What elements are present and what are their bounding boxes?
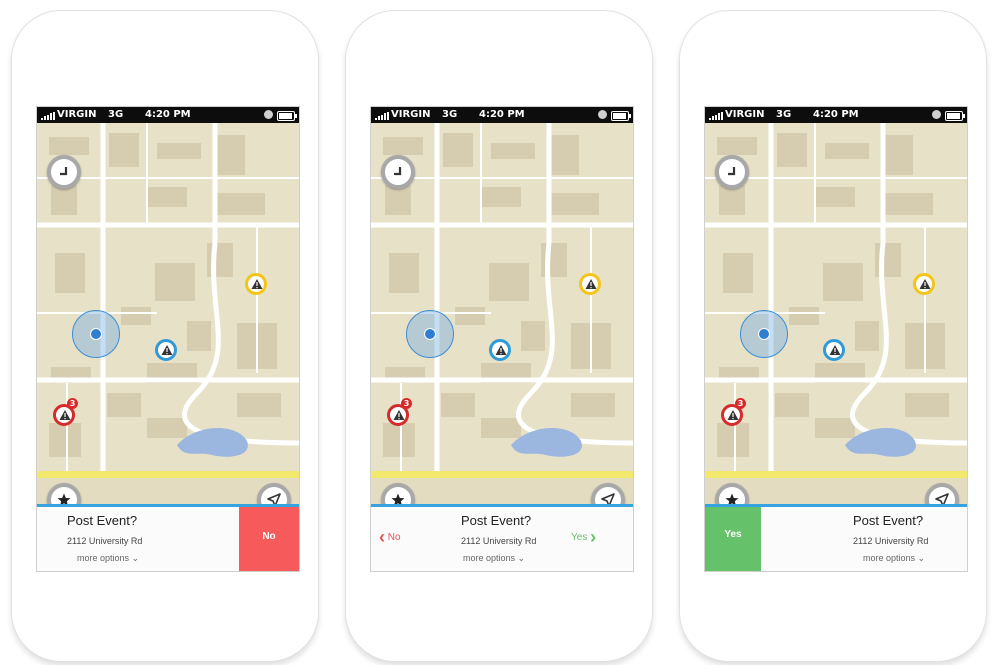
alarm-icon	[264, 110, 273, 119]
phone-1: VIRGIN 3G 4:20 PM 3 Post Event? 2112 Uni…	[11, 10, 319, 662]
post-event-panel[interactable]: Post Event? 2112 University Rd more opti…	[37, 504, 299, 571]
map-view[interactable]: 3 2	[37, 123, 299, 540]
current-location-dot	[424, 328, 436, 340]
warning-icon	[585, 279, 597, 289]
clock-time: 4:20 PM	[145, 109, 191, 120]
post-event-title: Post Event?	[67, 513, 138, 528]
carrier-label: VIRGIN	[391, 109, 431, 120]
current-location-dot	[758, 328, 770, 340]
network-label: 3G	[442, 109, 458, 120]
swipe-yes-hint[interactable]: Yes ›	[571, 527, 596, 548]
warning-marker-blue[interactable]	[489, 339, 511, 361]
status-bar: VIRGIN 3G 4:20 PM	[705, 107, 967, 123]
alarm-icon	[932, 110, 941, 119]
history-button[interactable]	[715, 155, 749, 189]
network-label: 3G	[108, 109, 124, 120]
red-marker-count-badge: 3	[401, 398, 412, 409]
warning-icon	[251, 279, 263, 289]
post-event-panel[interactable]: Yes Post Event? 2112 University Rd more …	[705, 504, 967, 571]
network-label: 3G	[776, 109, 792, 120]
chevron-down-icon: ⌄	[517, 553, 526, 563]
warning-marker-yellow[interactable]	[245, 273, 267, 295]
yes-label: Yes	[571, 532, 588, 544]
warning-icon	[393, 410, 405, 420]
event-address: 2112 University Rd	[461, 536, 537, 546]
history-button[interactable]	[47, 155, 81, 189]
battery-icon	[277, 111, 297, 121]
chevron-left-icon: ‹	[379, 527, 385, 547]
clock-icon	[728, 167, 736, 176]
carrier-label: VIRGIN	[57, 109, 97, 120]
more-options-toggle[interactable]: more options ⌄	[863, 553, 925, 564]
app-screen: VIRGIN 3G 4:20 PM	[370, 106, 634, 572]
clock-icon	[394, 167, 402, 176]
warning-icon	[59, 410, 71, 420]
yes-button[interactable]: Yes	[705, 507, 761, 571]
signal-icon	[41, 112, 55, 120]
red-marker-count-badge: 3	[67, 398, 78, 409]
more-options-label: more options	[863, 553, 916, 563]
alarm-icon	[598, 110, 607, 119]
warning-icon	[727, 410, 739, 420]
phone-2: VIRGIN 3G 4:20 PM 3 ‹ No Post Event? 211…	[345, 10, 653, 662]
post-event-panel[interactable]: ‹ No Post Event? 2112 University Rd more…	[371, 504, 633, 571]
warning-marker-blue[interactable]	[155, 339, 177, 361]
post-event-title: Post Event?	[853, 513, 924, 528]
warning-icon	[495, 345, 507, 355]
clock-time: 4:20 PM	[479, 109, 525, 120]
chevron-down-icon: ⌄	[131, 553, 140, 563]
warning-icon	[829, 345, 841, 355]
no-button[interactable]: No	[239, 507, 299, 571]
current-location-dot	[90, 328, 102, 340]
phone-3: VIRGIN 3G 4:20 PM 3 Yes Post Event? 2112…	[679, 10, 987, 662]
more-options-toggle[interactable]: more options ⌄	[463, 553, 525, 564]
signal-icon	[375, 112, 389, 120]
status-bar: VIRGIN 3G 4:20 PM	[37, 107, 299, 123]
warning-marker-blue[interactable]	[823, 339, 845, 361]
battery-icon	[945, 111, 965, 121]
chevron-right-icon: ›	[590, 527, 597, 547]
battery-icon	[611, 111, 631, 121]
app-screen: VIRGIN 3G 4:20 PM	[704, 106, 968, 572]
post-event-title: Post Event?	[461, 513, 532, 528]
map-view[interactable]: 3 2	[371, 123, 633, 540]
warning-marker-yellow[interactable]	[579, 273, 601, 295]
warning-icon	[161, 345, 173, 355]
more-options-toggle[interactable]: more options ⌄	[77, 553, 139, 564]
status-bar: VIRGIN 3G 4:20 PM	[371, 107, 633, 123]
clock-time: 4:20 PM	[813, 109, 859, 120]
more-options-label: more options	[77, 553, 130, 563]
clock-icon	[60, 167, 68, 176]
chevron-down-icon: ⌄	[917, 553, 926, 563]
map-view[interactable]: 3 2	[705, 123, 967, 540]
more-options-label: more options	[463, 553, 516, 563]
app-screen: VIRGIN 3G 4:20 PM	[36, 106, 300, 572]
history-button[interactable]	[381, 155, 415, 189]
event-address: 2112 University Rd	[853, 536, 929, 546]
no-label: No	[387, 532, 401, 544]
red-marker-count-badge: 3	[735, 398, 746, 409]
swipe-no-hint[interactable]: ‹ No	[379, 527, 401, 548]
event-address: 2112 University Rd	[67, 536, 143, 546]
carrier-label: VIRGIN	[725, 109, 765, 120]
signal-icon	[709, 112, 723, 120]
warning-icon	[919, 279, 931, 289]
warning-marker-yellow[interactable]	[913, 273, 935, 295]
